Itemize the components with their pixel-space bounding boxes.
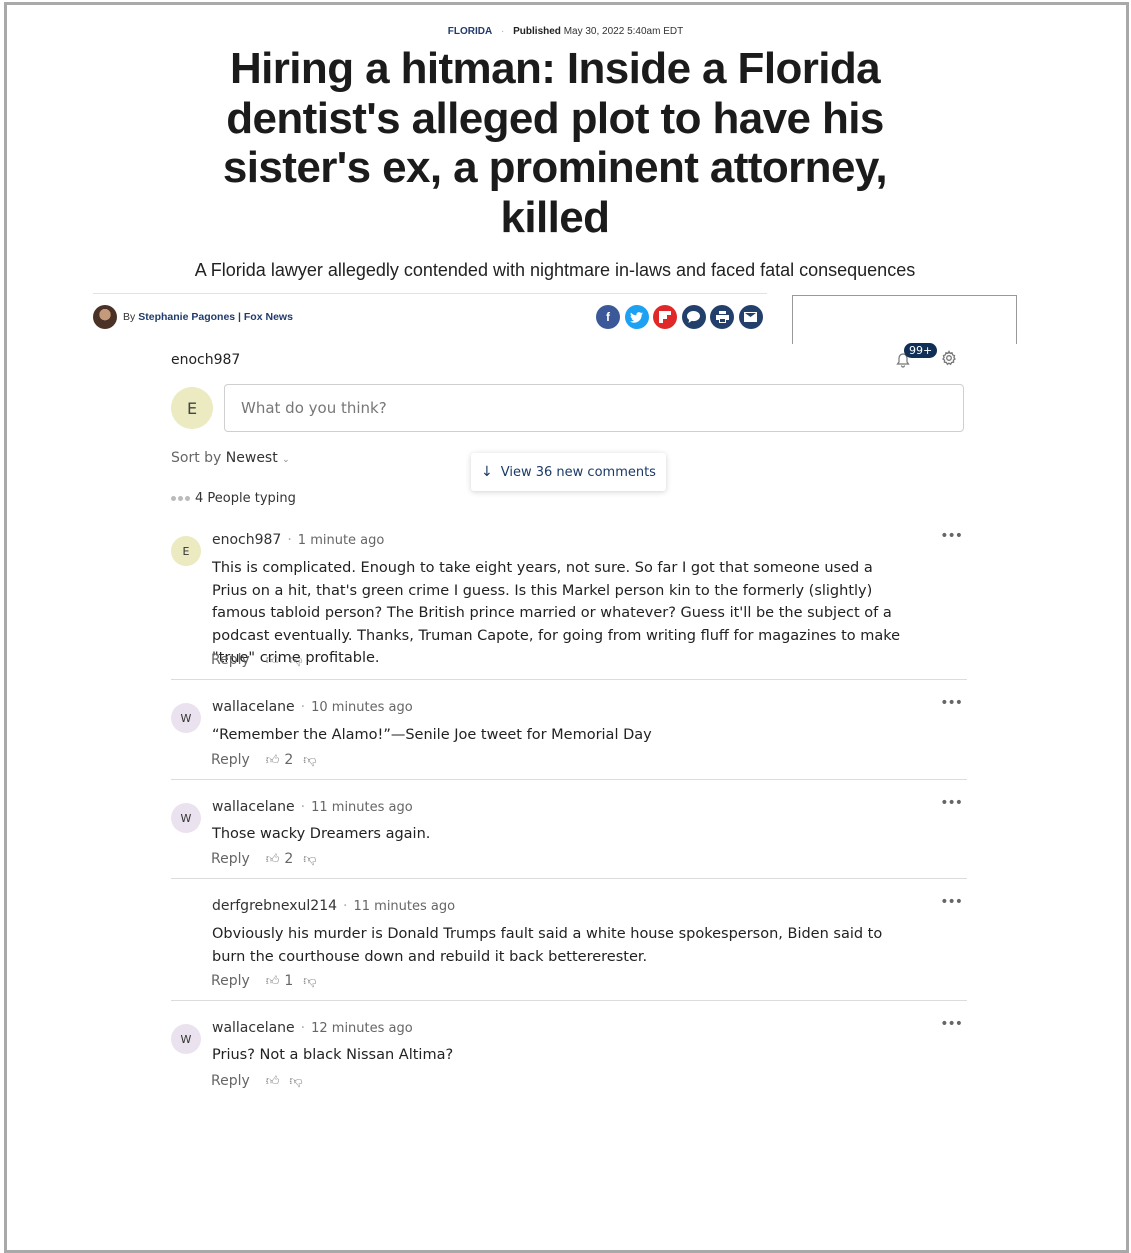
comment-actions: Reply 👍︎ 2 👎︎ [211, 752, 317, 768]
comment-actions: Reply 👍︎ 👎︎ [211, 1073, 303, 1089]
comment-header: wallacelane · 10 minutes ago [212, 699, 413, 715]
comment-username[interactable]: enoch987 [212, 532, 281, 548]
comment-time: 10 minutes ago [311, 700, 413, 715]
typing-dots-icon [171, 496, 190, 501]
chevron-down-icon: ⌄ [282, 455, 290, 465]
comment-time: 11 minutes ago [353, 899, 456, 914]
comment-header: wallacelane · 11 minutes ago [212, 799, 413, 815]
like-count: 2 [284, 851, 294, 867]
thumbs-down-icon[interactable]: 👎︎ [303, 974, 316, 989]
comment-text: This is complicated. Enough to take eigh… [212, 560, 901, 666]
avatar[interactable]: W [171, 703, 201, 733]
arrow-down-icon: ↓ [481, 464, 493, 480]
comment-header: enoch987 · 1 minute ago [212, 532, 385, 548]
sort-value: Newest [225, 450, 278, 466]
published-label: Published [513, 26, 561, 37]
author-avatar[interactable] [93, 305, 117, 329]
article-subtitle: A Florida lawyer allegedly contended wit… [194, 260, 916, 280]
comment-header: derfgrebnexul214 · 11 minutes ago [212, 898, 456, 914]
flipboard-icon[interactable] [653, 305, 677, 329]
comment-time: 12 minutes ago [311, 1021, 413, 1036]
thumbs-down-icon[interactable]: 👎︎ [289, 1074, 302, 1089]
more-options-icon[interactable]: ••• [940, 795, 963, 811]
comment-username[interactable]: wallacelane [212, 799, 295, 815]
comment-username[interactable]: wallacelane [212, 1020, 295, 1036]
comment-header: wallacelane · 12 minutes ago [212, 1020, 413, 1036]
comment-time: 11 minutes ago [311, 800, 413, 815]
notification-badge: 99+ [904, 343, 938, 358]
byline-prefix: By [123, 311, 136, 323]
comments-icon[interactable] [681, 305, 706, 329]
thumbs-down-icon[interactable]: 👎︎ [303, 753, 316, 768]
new-comments-label: View 36 new comments [500, 464, 656, 480]
comment-divider [171, 878, 967, 879]
avatar[interactable]: E [171, 536, 201, 566]
reply-button[interactable]: Reply [211, 851, 250, 867]
comment-divider [171, 679, 967, 680]
thumbs-down-icon[interactable]: 👎︎ [303, 852, 316, 867]
article-meta: FLORIDA · Published May 30, 2022 5:40am … [0, 26, 1131, 37]
author-link[interactable]: Stephanie Pagones | Fox News [138, 311, 293, 323]
view-new-comments-button[interactable]: ↓ View 36 new comments [471, 453, 666, 491]
like-count: 1 [284, 973, 294, 989]
published-date: May 30, 2022 5:40am EDT [563, 26, 684, 37]
category-link[interactable]: FLORIDA [448, 26, 492, 37]
reply-button[interactable]: Reply [211, 973, 250, 989]
reply-button[interactable]: Reply [211, 652, 250, 668]
reply-button[interactable]: Reply [211, 752, 250, 768]
comment-text: Those wacky Dreamers again. [212, 826, 431, 842]
comment-divider [171, 779, 967, 780]
reply-button[interactable]: Reply [211, 1073, 250, 1089]
comment-time: 1 minute ago [297, 533, 385, 548]
comment-text: Prius? Not a black Nissan Altima? [212, 1047, 454, 1063]
avatar[interactable]: W [171, 1024, 201, 1054]
thumbs-down-icon[interactable]: 👎︎ [289, 653, 302, 668]
thumbs-up-icon[interactable]: 👍︎ [266, 974, 280, 989]
gear-icon[interactable] [941, 350, 957, 371]
divider [93, 293, 767, 294]
ad-placeholder [792, 295, 1017, 344]
facebook-icon[interactable]: f [596, 305, 620, 329]
thumbs-up-icon[interactable]: 👍︎ [266, 852, 280, 867]
more-options-icon[interactable]: ••• [940, 894, 963, 910]
email-icon[interactable] [738, 305, 763, 329]
comment-text: “Remember the Alamo!”—Senile Joe tweet f… [212, 727, 652, 743]
thumbs-up-icon[interactable]: 👍︎ [266, 1074, 280, 1089]
share-bar: f [596, 305, 763, 329]
comment-actions: Reply 👍︎ 👎︎ [211, 652, 303, 668]
comment-actions: Reply 👍︎ 1 👎︎ [211, 973, 317, 989]
typing-indicator: 4 People typing [171, 491, 296, 506]
print-icon[interactable] [710, 305, 734, 329]
comment-divider [171, 1000, 967, 1001]
comment-text: Obviously his murder is Donald Trumps fa… [212, 926, 883, 965]
more-options-icon[interactable]: ••• [940, 528, 963, 544]
byline: By Stephanie Pagones | Fox News [93, 305, 293, 329]
like-count: 2 [284, 752, 294, 768]
thumbs-up-icon[interactable]: 👍︎ [266, 753, 280, 768]
comment-input[interactable]: What do you think? [224, 384, 964, 432]
current-username: enoch987 [171, 352, 241, 368]
comment-username[interactable]: wallacelane [212, 699, 295, 715]
meta-separator: · [501, 26, 505, 37]
thumbs-up-icon[interactable]: 👍︎ [266, 653, 280, 668]
sort-dropdown[interactable]: Sort by Newest ⌄ [171, 450, 290, 466]
typing-label: 4 People typing [195, 491, 296, 506]
twitter-icon[interactable] [624, 305, 649, 329]
article-title: Hiring a hitman: Inside a Florida dentis… [222, 44, 888, 242]
sort-label: Sort by [171, 450, 222, 466]
comment-actions: Reply 👍︎ 2 👎︎ [211, 851, 317, 867]
more-options-icon[interactable]: ••• [940, 695, 963, 711]
more-options-icon[interactable]: ••• [940, 1016, 963, 1032]
avatar[interactable]: W [171, 803, 201, 833]
comment-username[interactable]: derfgrebnexul214 [212, 898, 337, 914]
current-user-avatar: E [171, 387, 213, 429]
